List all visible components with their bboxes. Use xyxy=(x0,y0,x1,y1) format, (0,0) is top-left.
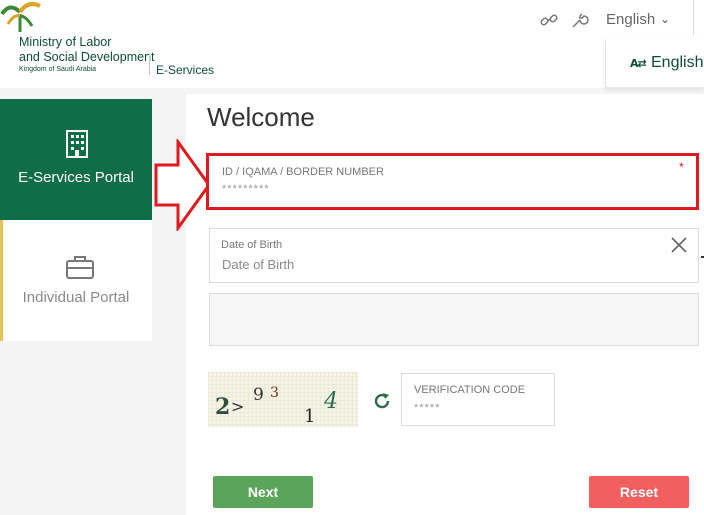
language-select[interactable]: English xyxy=(606,11,655,28)
empty-field[interactable] xyxy=(209,293,699,346)
svg-text:4: 4 xyxy=(323,389,338,414)
close-icon[interactable] xyxy=(670,236,688,254)
wrench-icon[interactable] xyxy=(570,10,590,30)
translate-icon: A⇄ xyxy=(630,57,647,70)
building-icon xyxy=(66,130,88,158)
required-marker: * xyxy=(679,160,684,174)
reset-button[interactable]: Reset xyxy=(589,476,689,508)
briefcase-icon xyxy=(66,256,94,279)
dob-field-label: Date of Birth xyxy=(221,239,283,251)
svg-text:1: 1 xyxy=(304,406,315,427)
date-of-birth-field[interactable] xyxy=(209,228,699,283)
sidebar-item-eservices-portal[interactable]: E-Services Portal xyxy=(0,99,152,220)
org-country: Kingdom of Saudi Arabia xyxy=(19,66,97,73)
language-dropdown: A⇄ English xyxy=(605,39,704,88)
header-separator xyxy=(693,0,694,36)
svg-text:9: 9 xyxy=(253,385,264,405)
svg-text:2: 2 xyxy=(215,394,230,420)
language-option-english[interactable]: English xyxy=(651,54,703,72)
sidebar-item-label: Individual Portal xyxy=(22,289,130,306)
captcha-image: 2 > 9 3 1 4 xyxy=(208,372,358,427)
link-icon[interactable] xyxy=(539,10,559,30)
chevron-down-icon[interactable]: ⌄ xyxy=(660,12,670,26)
dob-field-input[interactable]: Date of Birth xyxy=(222,257,294,272)
verification-label: VERIFICATION CODE xyxy=(414,384,526,396)
verification-code-field[interactable] xyxy=(401,373,555,426)
svg-text:>: > xyxy=(231,397,244,416)
svg-text:3: 3 xyxy=(270,385,279,401)
id-field-input[interactable]: ********* xyxy=(222,183,270,195)
header-divider xyxy=(149,53,150,75)
org-name-line1: Ministry of Labor xyxy=(19,35,112,49)
id-field-highlighted[interactable] xyxy=(206,153,699,210)
id-field-label: ID / IQAMA / BORDER NUMBER xyxy=(222,166,384,178)
sidebar-item-label: E-Services Portal xyxy=(18,169,134,186)
next-button[interactable]: Next xyxy=(213,476,313,508)
refresh-icon[interactable] xyxy=(372,391,392,411)
top-header: Ministry of Labor and Social Development… xyxy=(0,0,704,88)
page-title: Welcome xyxy=(207,102,315,132)
sidebar-item-individual-portal[interactable]: Individual Portal xyxy=(0,220,152,341)
section-title: E-Services xyxy=(156,63,215,77)
ministry-palm-logo xyxy=(0,2,41,32)
org-name-line2: and Social Development xyxy=(19,50,155,64)
arrow-pointer-annotation xyxy=(154,139,211,231)
verification-input[interactable]: ***** xyxy=(414,402,440,414)
